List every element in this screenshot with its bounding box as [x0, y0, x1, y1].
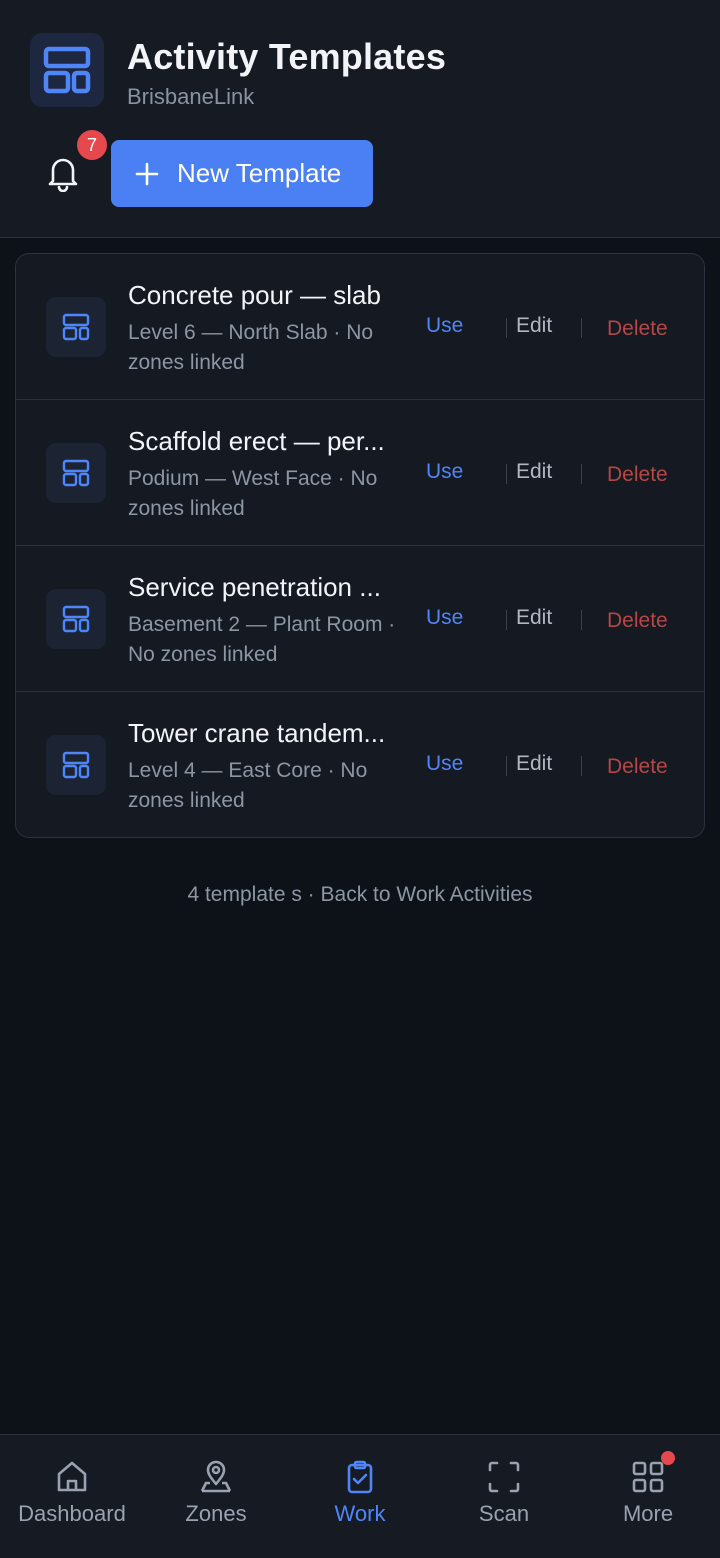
divider [581, 318, 582, 338]
template-count-link[interactable]: 4 template s · Back to Work Activities [0, 883, 720, 907]
divider [581, 610, 582, 630]
tab-dashboard[interactable]: Dashboard [0, 1435, 144, 1558]
template-list: Concrete pour — slab Level 6 — North Sla… [15, 253, 705, 838]
bell-icon [48, 158, 78, 192]
plus-icon [135, 162, 159, 185]
clipboard-check-icon [347, 1460, 373, 1494]
edit-button[interactable]: Edit [516, 752, 552, 776]
scan-icon [488, 1461, 520, 1493]
template-icon [46, 443, 106, 503]
divider [506, 756, 507, 776]
divider [581, 464, 582, 484]
template-row[interactable]: Concrete pour — slab Level 6 — North Sla… [16, 254, 704, 400]
tab-label: More [622, 1501, 674, 1526]
new-template-button[interactable]: New Template [111, 140, 373, 207]
notifications-button[interactable] [42, 152, 84, 194]
template-icon [46, 735, 106, 795]
home-icon [57, 1461, 87, 1492]
bottom-tab-bar: Dashboard Zones Work Scan More [0, 1434, 720, 1558]
use-button[interactable]: Use [426, 752, 463, 776]
divider [506, 464, 507, 484]
divider [506, 318, 507, 338]
tab-label: Work [334, 1501, 386, 1526]
tab-label: Dashboard [18, 1501, 126, 1526]
use-button[interactable]: Use [426, 460, 463, 484]
edit-button[interactable]: Edit [516, 606, 552, 630]
new-template-label: New Template [177, 158, 342, 188]
tab-more[interactable]: More [576, 1435, 720, 1558]
template-title: Tower crane tandem... [128, 718, 386, 748]
template-title: Concrete pour — slab [128, 280, 381, 310]
notification-count-badge: 7 [77, 130, 107, 160]
app-header: Activity Templates BrisbaneLink 7 New Te… [0, 0, 720, 238]
use-button[interactable]: Use [426, 314, 463, 338]
divider [581, 756, 582, 776]
tab-scan[interactable]: Scan [432, 1435, 576, 1558]
template-title: Scaffold erect — per... [128, 426, 385, 456]
tab-zones[interactable]: Zones [144, 1435, 288, 1558]
use-button[interactable]: Use [426, 606, 463, 630]
delete-button[interactable]: Delete [607, 755, 668, 779]
map-pin-icon [200, 1460, 232, 1493]
edit-button[interactable]: Edit [516, 460, 552, 484]
template-location: Level 6 — North Slab · No zones linked [128, 321, 374, 374]
tab-label: Scan [478, 1501, 530, 1526]
template-row[interactable]: Service penetration ... Basement 2 — Pla… [16, 546, 704, 692]
tab-work[interactable]: Work [288, 1435, 432, 1558]
grid-icon [632, 1461, 664, 1493]
template-row[interactable]: Tower crane tandem... Level 4 — East Cor… [16, 692, 704, 837]
template-location: Basement 2 — Plant Room · No zones linke… [128, 613, 396, 666]
template-location: Podium — West Face · No zones linked [128, 467, 378, 520]
page-title: Activity Templates [127, 36, 447, 77]
project-name: BrisbaneLink [127, 84, 255, 109]
template-row[interactable]: Scaffold erect — per... Podium — West Fa… [16, 400, 704, 546]
delete-button[interactable]: Delete [607, 317, 668, 341]
tab-label: Zones [185, 1501, 247, 1526]
template-icon [46, 589, 106, 649]
template-location: Level 4 — East Core · No zones linked [128, 759, 368, 812]
template-icon [46, 297, 106, 357]
divider [506, 610, 507, 630]
delete-button[interactable]: Delete [607, 463, 668, 487]
edit-button[interactable]: Edit [516, 314, 552, 338]
delete-button[interactable]: Delete [607, 609, 668, 633]
notification-dot [661, 1451, 675, 1465]
template-title: Service penetration ... [128, 572, 381, 602]
layout-template-icon [30, 33, 104, 107]
